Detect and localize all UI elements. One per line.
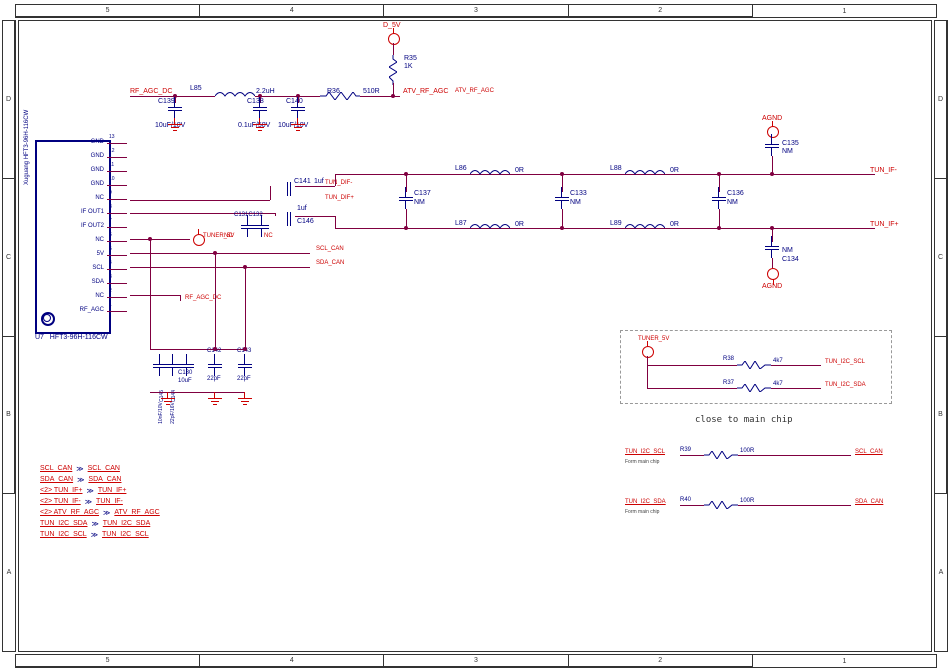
ruler-right: DCBA bbox=[934, 20, 948, 652]
ic-side-label: Xuguang HFT3-96H-116CW bbox=[24, 110, 30, 185]
capacitor-c144 bbox=[166, 360, 174, 372]
capacitor-c136 bbox=[712, 193, 726, 205]
ic-ref-label: U7 HFT3-96H-116CW bbox=[35, 334, 108, 341]
schematic-page: 54321 54321 DCBA DCBA Xuguang HFT3-96H-1… bbox=[0, 0, 950, 672]
port-list: SCL_CAN≫SCL_CANSDA_CAN≫SDA_CAN<2> TUN_IF… bbox=[40, 463, 160, 540]
ruler-bottom: 54321 bbox=[15, 654, 937, 668]
capacitor-c137 bbox=[399, 193, 413, 205]
capacitor-c135 bbox=[765, 140, 779, 152]
ruler-top: 54321 bbox=[15, 4, 937, 18]
net-rf-agc-dc: RF_AGC_DC bbox=[130, 88, 172, 95]
capacitor-c145 bbox=[153, 360, 161, 372]
gnd-icon bbox=[167, 118, 183, 132]
capacitor-c134 bbox=[765, 242, 779, 254]
power-agnd bbox=[767, 126, 779, 138]
ruler-left: DCBA bbox=[2, 20, 16, 652]
note-close-to-chip: close to main chip bbox=[695, 415, 793, 425]
capacitor-c146 bbox=[283, 212, 295, 226]
capacitor-c142 bbox=[208, 360, 222, 372]
net-atv-rf-agc: ATV_RF_AGC bbox=[403, 88, 448, 95]
power-d5v bbox=[388, 33, 400, 45]
net-d5v: D_5V bbox=[383, 22, 401, 29]
capacitor-c143 bbox=[238, 360, 252, 372]
capacitor-c133 bbox=[555, 193, 569, 205]
